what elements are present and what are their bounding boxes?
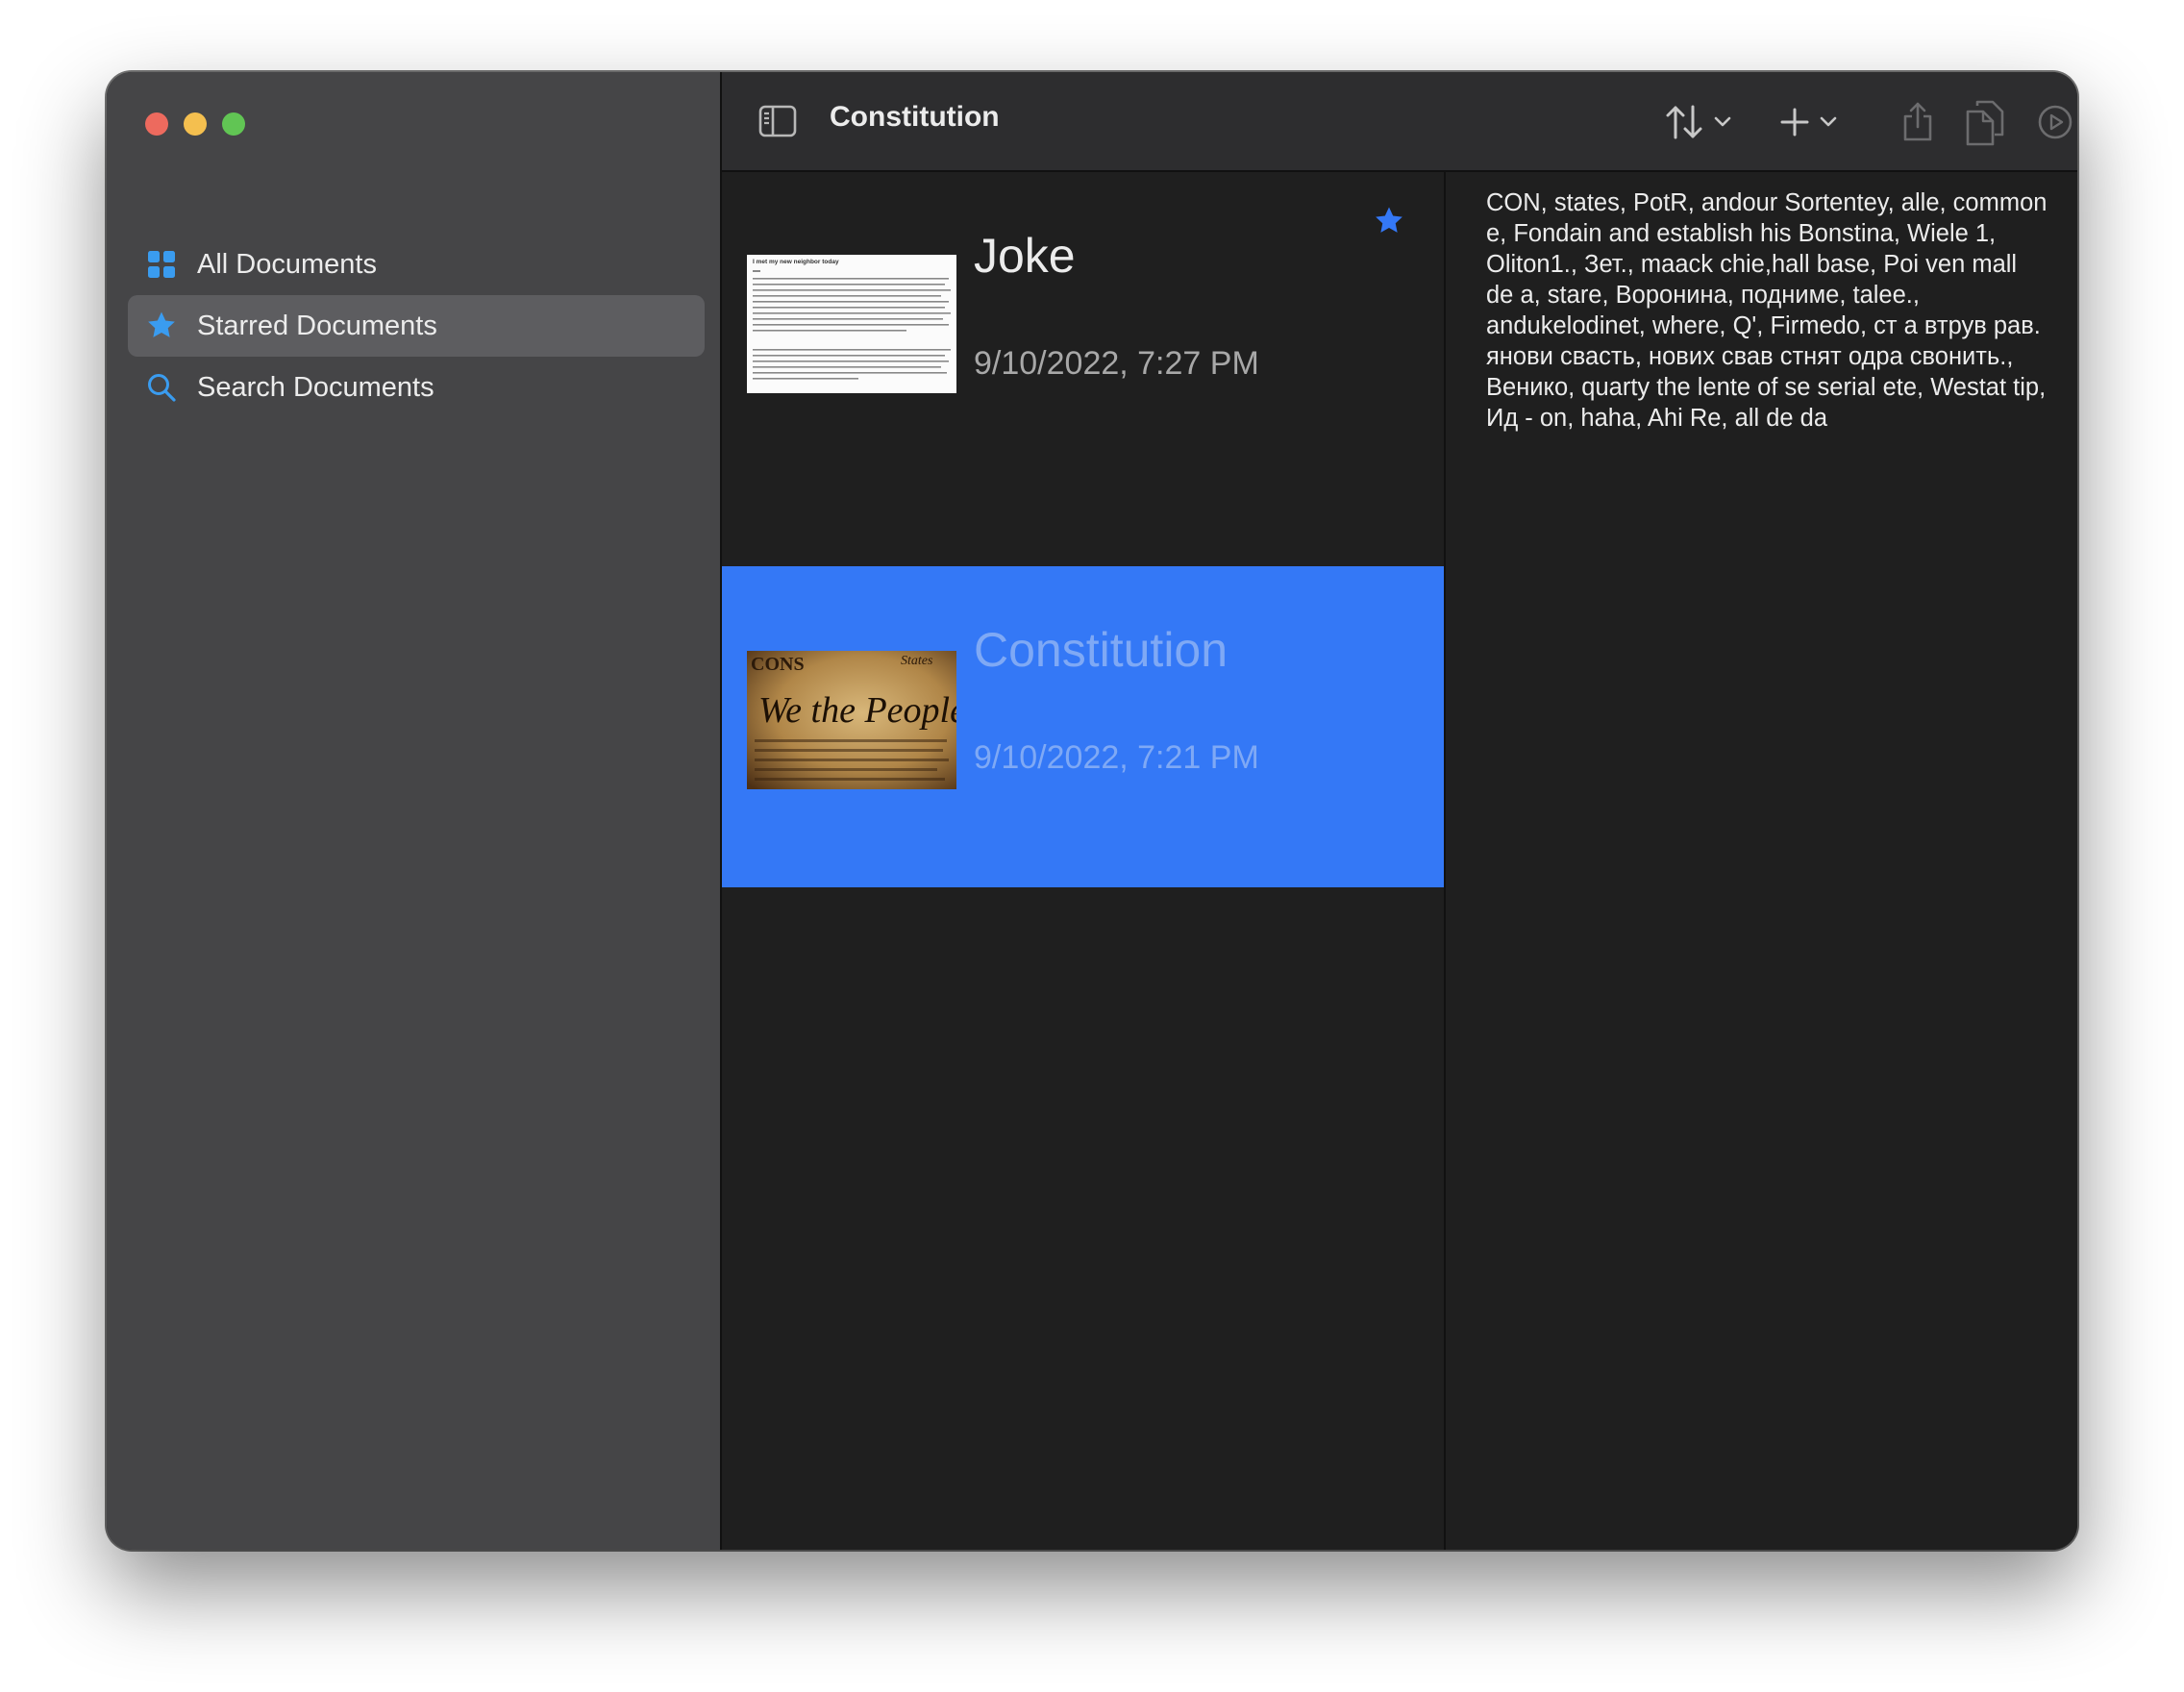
sidebar: All Documents Starred Documents Search D… [107, 72, 722, 1550]
svg-text:CONS: CONS [751, 654, 805, 675]
thumbnail-heading: I met my new neighbor today [753, 259, 839, 265]
document-preview: CON, states, PotR, andour Sortentey, all… [1446, 172, 2077, 1550]
toolbar: Constitution [722, 72, 2077, 172]
copy-button[interactable] [1964, 95, 2006, 149]
document-row-constitution[interactable]: CONS States We the People Constitution 9… [722, 566, 1444, 887]
chevron-down-icon [1820, 116, 1837, 127]
document-title: Constitution [974, 623, 1228, 677]
window-title: Constitution [830, 101, 1000, 133]
share-icon [1903, 102, 1932, 141]
thumbnail-text: We the People [758, 690, 956, 731]
star-icon [145, 310, 178, 342]
sidebar-item-search-documents[interactable]: Search Documents [128, 357, 705, 418]
play-button[interactable] [2036, 95, 2074, 149]
document-date: 9/10/2022, 7:27 PM [974, 345, 1259, 382]
sidebar-toggle-button[interactable] [758, 105, 797, 137]
grid-icon [145, 248, 178, 281]
plus-icon [1780, 108, 1809, 137]
preview-text: CON, states, PotR, andour Sortentey, all… [1486, 189, 2048, 432]
close-window-button[interactable] [145, 112, 168, 136]
add-button[interactable] [1777, 95, 1839, 149]
chevron-down-icon [1714, 116, 1731, 127]
sidebar-item-starred-documents[interactable]: Starred Documents [128, 295, 705, 357]
sidebar-item-label: Search Documents [197, 371, 434, 403]
app-window: All Documents Starred Documents Search D… [107, 72, 2077, 1550]
sidebar-list: All Documents Starred Documents Search D… [128, 234, 705, 418]
minimize-window-button[interactable] [184, 112, 207, 136]
document-date: 9/10/2022, 7:21 PM [974, 739, 1259, 776]
zoom-window-button[interactable] [222, 112, 245, 136]
window-controls [145, 112, 245, 136]
svg-text:States: States [901, 654, 933, 668]
search-icon [145, 371, 178, 404]
sidebar-item-label: Starred Documents [197, 310, 437, 341]
document-thumbnail: CONS States We the People [747, 651, 956, 789]
share-button[interactable] [1899, 95, 1936, 149]
copy-icon [1966, 100, 2004, 146]
document-list: I met my new neighbor today Joke 9/10/20… [722, 172, 1446, 1550]
sort-arrows-icon [1666, 105, 1702, 139]
document-row-joke[interactable]: I met my new neighbor today Joke 9/10/20… [722, 172, 1444, 493]
starred-star-icon[interactable] [1373, 205, 1405, 237]
sort-button[interactable] [1664, 95, 1733, 149]
play-icon [2038, 105, 2072, 139]
sidebar-item-label: All Documents [197, 248, 377, 280]
sidebar-item-all-documents[interactable]: All Documents [128, 234, 705, 295]
document-thumbnail: I met my new neighbor today [747, 255, 956, 393]
sidebar-toggle-icon [758, 105, 797, 137]
document-title: Joke [974, 229, 1076, 283]
